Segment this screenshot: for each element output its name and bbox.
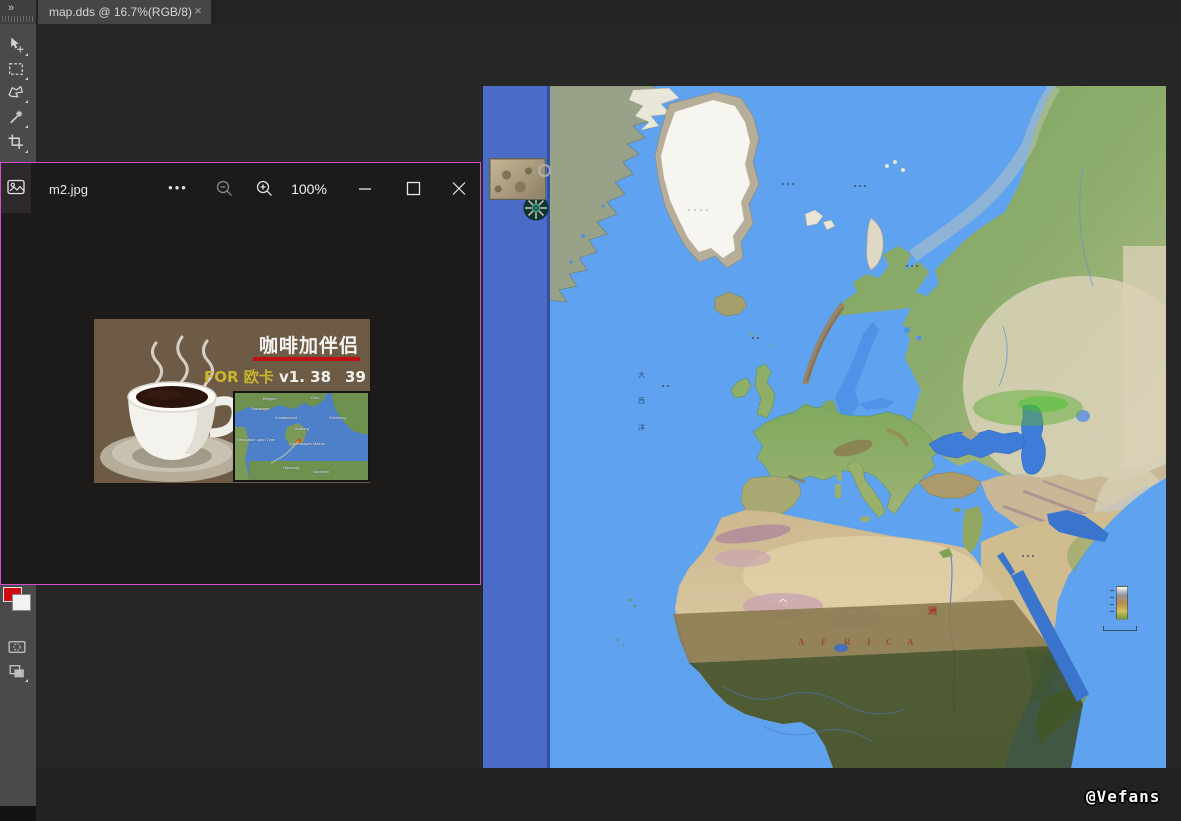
thumb-city-label: Hamburg <box>283 465 299 470</box>
viewer-window-title: m2.jpg <box>49 182 88 197</box>
vegetation-patch <box>973 390 1083 426</box>
legend-tick <box>1110 597 1114 598</box>
zoom-level-value[interactable]: 100% <box>285 173 333 205</box>
panel-header: » <box>0 0 36 24</box>
see-all-photos-icon[interactable] <box>6 177 26 197</box>
screen-corner <box>0 806 36 821</box>
ocean-label-char: 洋 <box>638 425 645 433</box>
tool-flyout-arrow <box>25 150 28 153</box>
map-scale-bar <box>1103 626 1137 631</box>
coffee-cup-illustration <box>94 325 254 483</box>
legend-tick <box>1110 611 1114 612</box>
tool-flyout-arrow <box>25 53 28 56</box>
panel-grabber[interactable] <box>2 16 33 22</box>
zoom-in-button[interactable] <box>251 173 277 205</box>
more-options-button[interactable]: ••• <box>161 173 195 205</box>
africa-label-letter: A <box>907 637 914 647</box>
close-button[interactable] <box>443 173 475 205</box>
map-thumbnail: Bergen Oslo Stavanger Kristiansand Goteb… <box>233 391 370 482</box>
overlay-label-char: 洲 <box>928 604 937 617</box>
tool-flyout-arrow <box>25 679 28 682</box>
headline-underline <box>253 357 360 361</box>
maximize-button[interactable] <box>397 173 429 205</box>
legend-tick <box>1110 604 1114 605</box>
tool-flyout-arrow <box>25 77 28 80</box>
elevation-legend <box>1116 586 1128 620</box>
background-color-swatch[interactable] <box>12 594 31 611</box>
thumb-city-label: Goteborg <box>329 415 346 420</box>
photoshop-workspace: 大 西 洋 A F R I C A 洲 @Vefans <box>0 0 1181 821</box>
thumb-city-label: Oslo <box>311 395 319 400</box>
screen-mode-button[interactable] <box>7 662 29 684</box>
version-39: 39 <box>345 368 366 386</box>
canvas-strip-border <box>547 86 550 768</box>
rectangular-marquee-tool[interactable] <box>7 60 29 82</box>
magic-wand-tool[interactable] <box>7 108 29 130</box>
legend-tick <box>1110 590 1114 591</box>
tool-flyout-arrow <box>25 125 28 128</box>
viewer-left-panel <box>1 163 31 213</box>
world-map-image <box>483 86 1166 768</box>
crop-tool[interactable] <box>7 133 29 155</box>
collapse-panels-icon[interactable]: » <box>8 2 13 14</box>
photo-headline: 咖啡加伴侣 <box>257 331 361 358</box>
thumb-city-label: Szczecin <box>313 469 329 474</box>
map-document-canvas[interactable]: 大 西 洋 A F R I C A 洲 <box>483 86 1166 768</box>
for-label: FOR 欧卡 <box>204 368 274 386</box>
africa-label-letter: F <box>821 637 827 647</box>
ring-icon <box>538 164 551 177</box>
antique-map-icon <box>489 158 546 200</box>
tool-flyout-arrow <box>25 100 28 103</box>
document-tab-bar: » map.dds @ 16.7%(RGB/8) × <box>0 0 1181 24</box>
ocean-label-char: 大 <box>638 372 645 380</box>
africa-label-letter: A <box>798 637 805 647</box>
move-tool[interactable] <box>7 36 29 58</box>
ocean-label-char: 西 <box>638 398 645 406</box>
color-swatches[interactable] <box>2 586 32 616</box>
africa-label-letter: R <box>844 637 851 647</box>
photo-caption: FOR 欧卡 v1. 383940 <box>204 366 364 387</box>
document-tab-title: map.dds @ 16.7%(RGB/8) <box>49 5 192 19</box>
thumb-city-label: Kristiansand <box>275 415 297 420</box>
quick-mask-button[interactable] <box>7 638 29 660</box>
pasteboard-bottom <box>36 768 1181 821</box>
minimize-button[interactable] <box>349 173 381 205</box>
africa-label-letter: I <box>867 637 871 647</box>
zoom-out-button[interactable] <box>211 173 237 205</box>
thumb-city-label: Copenhagen Malmo <box>289 441 325 446</box>
tab-close-icon[interactable]: × <box>191 0 205 24</box>
polygonal-lasso-tool[interactable] <box>7 83 29 105</box>
africa-label-letter: C <box>886 637 893 647</box>
watermark: @Vefans <box>1086 787 1160 806</box>
document-tab[interactable]: map.dds @ 16.7%(RGB/8) × <box>38 0 211 24</box>
photo-canvas[interactable]: 咖啡加伴侣 FOR 欧卡 v1. 383940 Bergen Oslo Stav… <box>94 319 370 483</box>
thumb-city-label: Bergen <box>263 396 276 401</box>
version-label: v1. 38 <box>279 368 331 386</box>
thumb-city-label: Aalborg <box>295 426 309 431</box>
thumb-city-label: Stavanger <box>251 406 269 411</box>
thumb-city-label: Newcastle upon Tyne <box>237 437 275 442</box>
photo-viewer-window: m2.jpg ••• 100% <box>0 162 481 585</box>
